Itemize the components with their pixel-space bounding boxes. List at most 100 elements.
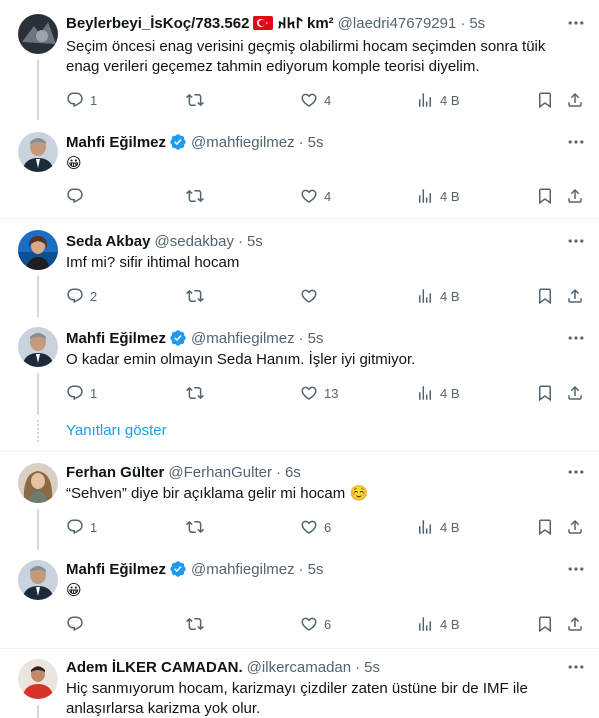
like-count: 13 [324, 385, 339, 401]
avatar[interactable] [18, 659, 58, 699]
timestamp[interactable]: 5s [308, 134, 324, 151]
bookmark-button[interactable] [536, 186, 554, 206]
more-options-icon[interactable] [566, 13, 586, 33]
bookmark-button[interactable] [536, 517, 554, 537]
share-button[interactable] [566, 517, 584, 537]
user-handle[interactable]: @FerhanGulter [168, 464, 272, 481]
like-count: 4 [324, 188, 332, 204]
like-button[interactable]: 4 [300, 90, 331, 110]
reply-button[interactable]: 1 [66, 517, 97, 537]
views-count: 4 B [440, 519, 460, 535]
tweet-reply-mahfi[interactable]: Mahfi Eğilmez @mahfiegilmez · 5s 😀 6 4 B [0, 550, 599, 648]
user-handle[interactable]: @mahfiegilmez [191, 134, 295, 151]
retweet-button[interactable] [186, 383, 210, 403]
tweet-beylerbeyi[interactable]: Beylerbeyi_İsKoç/783.562 𐰃𐱅𐰴 km² @laedri… [0, 0, 599, 120]
user-name[interactable]: Adem İLKER CAMADAN. [66, 659, 243, 676]
bookmark-button[interactable] [536, 286, 554, 306]
timestamp[interactable]: 5s [247, 233, 263, 250]
views-button[interactable]: 4 B [416, 614, 460, 634]
bookmark-button[interactable] [536, 614, 554, 634]
tweet-reply-mahfi[interactable]: Mahfi Eğilmez @mahfiegilmez · 5s 😀 4 4 B [0, 120, 599, 218]
like-button[interactable]: 6 [300, 614, 331, 634]
bookmark-button[interactable] [536, 90, 554, 110]
share-button[interactable] [566, 383, 584, 403]
share-button[interactable] [566, 90, 584, 110]
reply-count: 1 [90, 519, 98, 535]
user-name[interactable]: Mahfi Eğilmez [66, 134, 166, 151]
user-name[interactable]: Mahfi Eğilmez [66, 561, 166, 578]
user-handle[interactable]: @ilkercamadan [247, 659, 351, 676]
reply-button[interactable]: 1 [66, 383, 97, 403]
like-button[interactable]: 4 [300, 186, 331, 206]
user-name[interactable]: Ferhan Gülter [66, 464, 164, 481]
tweet-text: Seçim öncesi enag verisini geçmiş olabil… [66, 38, 546, 75]
views-button[interactable]: 4 B [416, 186, 460, 206]
reply-count: 1 [90, 92, 98, 108]
bookmark-icon [536, 518, 554, 536]
reply-button[interactable]: 1 [66, 90, 97, 110]
like-button[interactable]: 13 [300, 383, 338, 403]
verified-badge-icon [169, 329, 187, 347]
retweet-icon [186, 518, 204, 536]
views-button[interactable]: 4 B [416, 90, 460, 110]
views-button[interactable]: 4 B [416, 517, 460, 537]
share-button[interactable] [566, 614, 584, 634]
timestamp[interactable]: 5s [308, 561, 324, 578]
user-name[interactable]: Seda Akbay [66, 233, 151, 250]
avatar[interactable] [18, 230, 58, 270]
views-icon [416, 384, 434, 402]
tweet-actions: 1 4 4 B [66, 90, 586, 110]
bookmark-button[interactable] [536, 383, 554, 403]
share-button[interactable] [566, 186, 584, 206]
more-options-icon[interactable] [566, 328, 586, 348]
more-options-icon[interactable] [566, 462, 586, 482]
user-handle[interactable]: @mahfiegilmez [191, 330, 295, 347]
retweet-icon [186, 384, 204, 402]
tweet-ferhan[interactable]: Ferhan Gülter @FerhanGulter · 6s “Sehven… [0, 452, 599, 550]
heart-icon [300, 615, 318, 633]
avatar[interactable] [18, 560, 58, 600]
share-icon [566, 91, 584, 109]
tweet-text: 😀 [66, 155, 82, 172]
more-options-icon[interactable] [566, 231, 586, 251]
views-icon [416, 287, 434, 305]
like-button[interactable]: 6 [300, 517, 331, 537]
more-options-icon[interactable] [566, 559, 586, 579]
timestamp[interactable]: 5s [364, 659, 380, 676]
retweet-button[interactable] [186, 90, 210, 110]
retweet-button[interactable] [186, 517, 210, 537]
like-button[interactable] [300, 286, 324, 306]
retweet-button[interactable] [186, 286, 210, 306]
reply-button[interactable] [66, 614, 90, 634]
views-button[interactable]: 4 B [416, 383, 460, 403]
avatar[interactable] [18, 463, 58, 503]
more-options-icon[interactable] [566, 657, 586, 677]
share-button[interactable] [566, 286, 584, 306]
tweet-reply-mahfi[interactable]: Mahfi Eğilmez @mahfiegilmez · 5s O kadar… [0, 317, 599, 415]
timestamp[interactable]: 5s [308, 330, 324, 347]
reply-button[interactable] [66, 186, 90, 206]
user-name[interactable]: Mahfi Eğilmez [66, 330, 166, 347]
user-handle[interactable]: @laedri47679291 [338, 15, 457, 32]
heart-icon [300, 91, 318, 109]
tweet-seda[interactable]: Seda Akbay @sedakbay · 5s Imf mi? sifir … [0, 219, 599, 317]
reply-count: 2 [90, 288, 98, 304]
tweet-adem[interactable]: Adem İLKER CAMADAN. @ilkercamadan · 5s H… [0, 649, 599, 718]
retweet-button[interactable] [186, 614, 210, 634]
thread-line [37, 705, 39, 718]
more-options-icon[interactable] [566, 132, 586, 152]
timestamp[interactable]: 5s [469, 15, 485, 32]
views-button[interactable]: 4 B [416, 286, 460, 306]
timestamp[interactable]: 6s [285, 464, 301, 481]
avatar[interactable] [18, 14, 58, 54]
views-icon [416, 518, 434, 536]
verified-badge-icon [169, 560, 187, 578]
avatar[interactable] [18, 327, 58, 367]
user-handle[interactable]: @mahfiegilmez [191, 561, 295, 578]
retweet-button[interactable] [186, 186, 210, 206]
user-handle[interactable]: @sedakbay [155, 233, 234, 250]
user-name[interactable]: Beylerbeyi_İsKoç/783.562 [66, 15, 249, 32]
avatar[interactable] [18, 132, 58, 172]
reply-button[interactable]: 2 [66, 286, 97, 306]
show-replies-link[interactable]: Yanıtları göster [66, 422, 167, 439]
